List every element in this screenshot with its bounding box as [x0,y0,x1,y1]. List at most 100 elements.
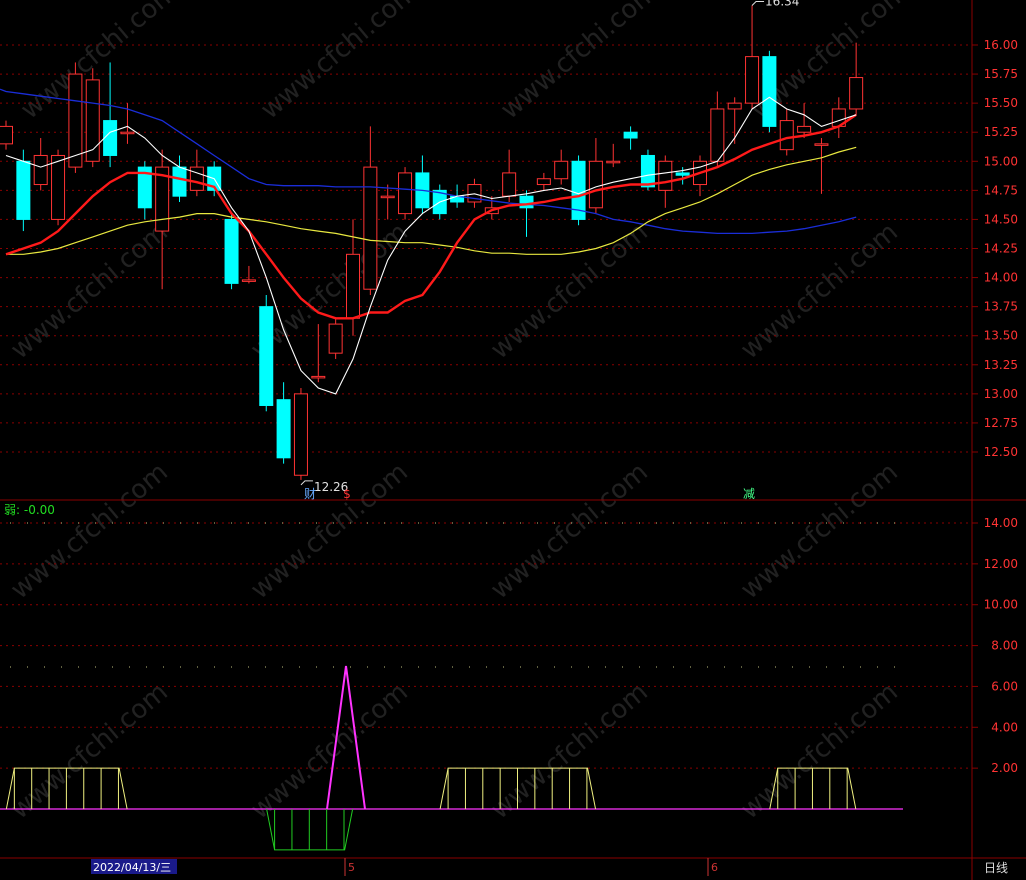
candle-body-up [554,160,569,180]
watermark-text: www.cfchi.com [485,457,654,605]
date-label: 2022/04/13/三 [93,861,171,874]
price-tick-label: 14.25 [984,242,1018,256]
candle [415,155,430,214]
candle-body-down [224,218,239,284]
watermark-text: www.cfchi.com [5,217,174,365]
candle-body-up [293,393,308,476]
candle-body-up [68,73,83,168]
grid-layer [0,0,1026,880]
candle [103,62,118,168]
candle [693,155,707,197]
candle-body-down [640,154,655,188]
candle [85,68,100,168]
watermark-text: www.cfchi.com [485,217,654,365]
price-tick-label: 13.75 [984,300,1018,314]
candle [502,149,517,202]
candle-body-up [51,154,66,220]
price-tick-label: 13.25 [984,358,1018,372]
candle-body-up [779,120,794,151]
candle-body-up [849,77,864,110]
candle [363,126,378,296]
candle [68,62,83,173]
candle [380,184,395,220]
watermark-layer: www.cfchi.com www.cfchi.com www.cfchi.com w… [5,0,914,825]
candle [224,213,239,290]
candle [588,138,603,214]
candle [519,190,534,237]
candle-body-up [727,102,742,110]
candle-body-up [398,172,413,215]
period-tab[interactable]: 日线 [984,861,1008,875]
event-marker: $ [343,487,351,501]
candle [606,143,621,168]
candle-body-up [536,178,551,186]
candle-body-down [276,399,291,459]
watermark-text: www.cfchi.com [5,677,174,825]
candle-body-up [814,143,829,146]
indicator-tick-label: 8.00 [991,639,1018,653]
indicator-tick-label: 12.00 [984,557,1018,571]
price-tick-label: 16.00 [984,38,1018,52]
candle-body-up [588,160,603,209]
watermark-text: www.cfchi.com [495,0,664,125]
candle [241,265,256,284]
indicator-tick-label: 10.00 [984,598,1018,612]
indicator-label: 弱: -0.00 [4,503,55,517]
candle [33,138,48,191]
price-tick-label: 15.75 [984,67,1018,81]
max-price-label: 16.34 [765,0,799,8]
candle [293,388,308,480]
watermark-text: www.cfchi.com [735,457,904,605]
event-marker: 财 [304,487,316,501]
candle-body-up [311,375,326,379]
candle-body-up [745,56,760,104]
month-label: 5 [348,861,355,874]
watermark-text: www.cfchi.com [735,217,904,365]
candle-body-up [189,166,204,191]
price-tick-label: 15.00 [984,154,1018,168]
candle-body-down [623,131,638,139]
candle-body-up [328,323,343,354]
chart-labels: 16.3412.26财 $ 减弱: -0.002022/04/13/三 5 6 日线 [4,0,1008,876]
candle-body-down [259,306,274,406]
candle-body-up [33,154,48,186]
candle-body-up [380,195,395,199]
candle [0,120,13,150]
watermark-text: www.cfchi.com [255,0,424,125]
candle-body-up [120,131,135,135]
candle [554,149,569,185]
candle [311,324,326,383]
candle [328,318,343,359]
candle [259,295,274,412]
watermark-text: www.cfchi.com [735,677,904,825]
candle [276,382,291,464]
candle [727,97,742,144]
candle-body-up [346,253,360,319]
candle [16,149,31,232]
watermark-text: www.cfchi.com [5,457,174,605]
price-tick-label: 14.75 [984,183,1018,197]
candle [398,167,413,220]
candle-body-down [762,56,777,127]
candle-body-up [797,125,812,133]
candle-body-down [675,172,690,176]
stock-chart: www.cfchi.com www.cfchi.com www.cfchi.com w… [0,0,1026,880]
candle-body-down [519,195,534,209]
candle-body-up [710,108,725,162]
indicator-tick-label: 4.00 [991,720,1018,734]
candle-body-up [606,160,621,164]
max-price-pointer [751,0,765,6]
price-tick-label: 13.00 [984,387,1018,401]
min-price-pointer [300,480,313,486]
candle-body-down [103,120,118,156]
candle [779,108,794,156]
price-tick-label: 14.00 [984,271,1018,285]
event-marker: 减 [743,487,755,501]
candle-body-up [658,160,673,191]
candle-body-down [172,166,187,197]
price-tick-label: 15.25 [984,125,1018,139]
candle-body-up [363,166,378,290]
candle-body-up [502,172,517,197]
candle [137,161,152,220]
candle-body-up [0,125,13,145]
